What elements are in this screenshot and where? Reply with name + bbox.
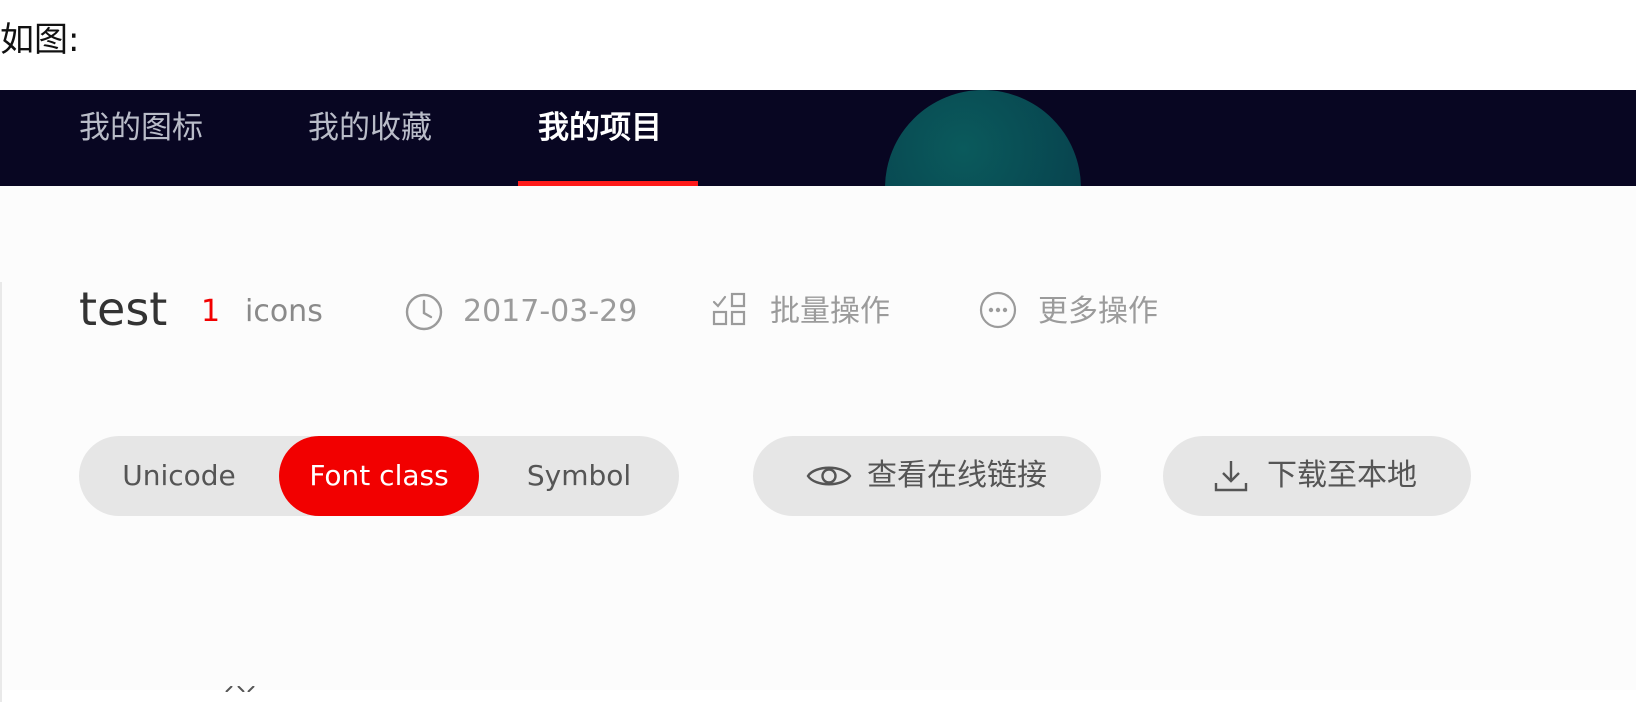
tab-my-icons[interactable]: 我的图标 <box>79 104 203 152</box>
symbol-option[interactable]: Symbol <box>479 436 679 516</box>
eye-icon <box>806 466 852 486</box>
download-local-label: 下载至本地 <box>1267 458 1417 493</box>
download-icon <box>1214 461 1248 492</box>
batch-operations-label: 批量操作 <box>770 294 890 329</box>
clock-icon <box>405 293 443 331</box>
decorative-circle <box>885 90 1081 186</box>
divider <box>0 282 2 702</box>
more-operations-label: 更多操作 <box>1038 294 1158 329</box>
partial-icon <box>225 686 255 692</box>
download-local-button[interactable]: 下载至本地 <box>1163 436 1471 516</box>
icon-count: 1 <box>201 294 221 329</box>
grid-icon <box>712 292 746 326</box>
caption-text: 如图: <box>0 20 80 60</box>
project-panel: test 1 icons 2017-03-29 批量操作 更多操作 Unicod… <box>0 186 1636 702</box>
format-toggle: Unicode Font class Symbol <box>79 436 679 516</box>
top-navbar: 我的图标 我的收藏 我的项目 <box>0 90 1636 186</box>
icon-count-label: icons <box>245 294 323 329</box>
more-dots-icon <box>979 291 1017 329</box>
view-online-link-button[interactable]: 查看在线链接 <box>753 436 1101 516</box>
unicode-option[interactable]: Unicode <box>79 436 279 516</box>
created-date: 2017-03-29 <box>463 294 638 329</box>
tab-my-favorites[interactable]: 我的收藏 <box>308 104 432 152</box>
view-online-link-label: 查看在线链接 <box>867 458 1047 493</box>
font-class-option[interactable]: Font class <box>279 436 479 516</box>
project-name: test <box>79 282 168 336</box>
more-operations-button[interactable]: 更多操作 <box>978 286 1178 338</box>
tab-my-projects[interactable]: 我的项目 <box>538 104 662 152</box>
batch-operations-button[interactable]: 批量操作 <box>710 286 900 338</box>
